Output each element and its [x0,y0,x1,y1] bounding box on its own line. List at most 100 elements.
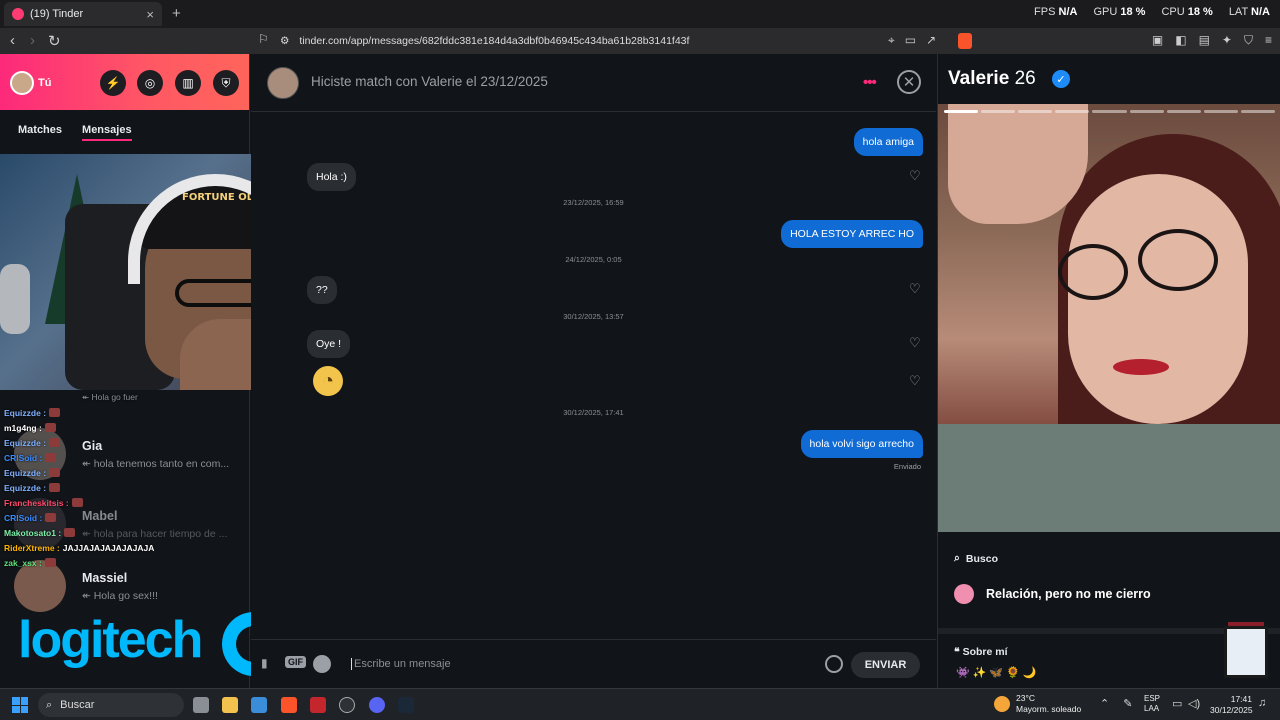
pixel-character-overlay [1224,626,1268,678]
gif-button[interactable]: GIF [285,656,306,668]
app-icon[interactable] [310,697,326,713]
briefcase-icon[interactable]: ▥ [175,70,201,96]
weather-widget[interactable]: 23°C Mayorm. soleado [994,693,1081,715]
performance-overlay: FPS N/A GPU 18 % CPU 18 % LAT N/A [1034,6,1270,18]
pen-icon[interactable]: ✎ [1123,697,1132,710]
message-bubble-in[interactable]: Oye ! [307,330,351,358]
tray-chevron-icon[interactable]: ⌃ [1100,697,1109,710]
wallet-icon[interactable]: ▤ [1199,33,1210,48]
sent-status: Enviado [893,462,921,471]
heart-icon[interactable]: ♡ [909,281,921,297]
user-name[interactable]: Tú [38,77,51,89]
chat-username: Francheskitsis : [4,497,69,508]
browser-tab[interactable]: (19) Tinder × [4,2,162,26]
reload-icon[interactable]: ↻ [48,32,61,50]
match-name: Massiel [82,570,128,585]
message-composer: ▮ GIF Escribe un mensaje ENVIAR [251,639,936,689]
volume-icon[interactable]: ◁) [1188,697,1200,710]
quote-icon: ❝ [954,646,960,658]
timestamp: 30/12/2025, 13:57 [563,312,624,321]
profile-photo[interactable] [938,104,1280,532]
chat-line: Equizzde : [0,405,250,420]
heart-icon[interactable]: ♡ [909,373,921,389]
about-label: ❝ Sobre mí [954,646,1008,658]
boost-icon[interactable]: ⚡ [100,70,126,96]
steam-icon[interactable] [398,697,414,713]
stream-chat-overlay: ↞ Hola go fuer Equizzde : m1g4ng : Equizzd… [0,390,250,568]
network-icon[interactable]: ▭ [1172,697,1182,710]
photo-shirt [938,424,1280,532]
lock-icon[interactable]: ▮ [261,656,268,670]
sidebar-toggle-icon[interactable]: ◧ [1175,33,1186,48]
heart-icon[interactable]: ♡ [909,168,921,184]
new-tab-button[interactable]: + [172,5,181,22]
photo-progress-bars [944,110,1275,113]
chat-line: zak_xsx : [0,555,250,570]
chat-line: CRISoid : [0,450,250,465]
chat-line: Equizzde : [0,435,250,450]
chat-message: JAJJAJAJAJAJAJAJA [62,542,155,553]
chat-username: CRISoid : [4,452,43,463]
timestamp: 23/12/2025, 16:59 [563,198,624,207]
message-input[interactable]: Escribe un mensaje [351,658,451,670]
site-info-icon[interactable]: ⚙ [280,35,289,47]
share-icon[interactable]: ↗ [926,33,936,48]
tab-mensajes[interactable]: Mensajes [82,124,132,141]
chat-line: ↞ Hola go fuer [82,392,138,402]
task-view-icon[interactable] [193,697,209,713]
taskbar-search[interactable]: ⌕ Buscar [38,693,184,717]
message-bubble-out[interactable]: hola amiga [853,128,923,156]
chat-emote-icon [49,483,61,492]
chat-emote-icon [64,528,76,537]
message-bubble-out[interactable]: HOLA ESTOY ARREC HO [781,220,923,248]
logitech-logo: logitech [18,611,203,669]
clock[interactable]: 17:41 30/12/2025 [1210,694,1253,717]
language-indicator[interactable]: ESP LAA [1144,694,1160,715]
url-text: tinder.com/app/messages/682fddc381e184d4… [299,35,690,47]
notification-bell-icon[interactable]: ♫ [1258,697,1266,709]
eye-roll-emoji-icon[interactable]: ◔ [313,366,343,396]
screenshot-icon[interactable]: ▣ [1152,33,1163,48]
chat-title: Hiciste match con Valerie el 23/12/2025 [311,74,548,89]
message-bubble-in[interactable]: Hola :) [307,163,356,191]
forward-icon[interactable]: › [30,32,35,49]
sidebar-header: Tú ⚡ ◎ ▥ ⛨ [0,54,249,110]
chat-line: RiderXtreme : JAJJAJAJAJAJAJAJA [0,540,250,555]
chat-line: m1g4ng : [0,420,250,435]
close-icon[interactable]: ✕ [897,70,921,94]
looking-for-value: Relación, pero no me cierro [954,584,1151,604]
brave-browser-icon[interactable] [281,697,297,713]
tab-matches[interactable]: Matches [18,124,62,136]
cast-icon[interactable]: ▭ [905,33,916,48]
message-bubble-in[interactable]: ?? [307,276,337,304]
more-options-icon[interactable]: ••• [863,74,877,91]
chat-username: zak_xsx : [4,557,42,568]
browser-tab-bar: (19) Tinder × + FPS N/A GPU 18 % CPU 18 … [0,0,1280,28]
obs-icon[interactable] [339,697,355,713]
chat-username: Equizzde : [4,482,47,493]
bookmark-icon[interactable]: ⚐ [258,32,269,46]
store-icon[interactable] [251,697,267,713]
vpn-icon[interactable]: ⛉ [1244,33,1253,48]
leo-icon[interactable]: ✦ [1222,33,1232,48]
location-icon[interactable]: ⌖ [888,33,895,48]
spotify-icon[interactable] [313,655,331,673]
file-explorer-icon[interactable] [222,697,238,713]
menu-icon[interactable]: ≡ [1265,33,1272,48]
emoji-picker-icon[interactable] [825,655,843,673]
explore-icon[interactable]: ◎ [137,70,163,96]
brave-shields-icon[interactable] [958,33,972,49]
avatar[interactable] [10,71,34,95]
message-bubble-out[interactable]: hola volvi sigo arrecho [800,430,923,458]
send-button[interactable]: ENVIAR [851,652,920,678]
tab-close-icon[interactable]: × [146,7,154,22]
heart-eyes-emoji-icon [954,584,974,604]
chat-emote-icon [45,453,57,462]
back-icon[interactable]: ‹ [10,32,15,49]
windows-start-icon[interactable] [12,697,28,713]
windows-taskbar: ⌕ Buscar 23°C Mayorm. soleado ⌃ ✎ ESP LAA … [0,688,1280,720]
heart-icon[interactable]: ♡ [909,335,921,351]
discord-icon[interactable] [369,697,385,713]
avatar[interactable] [267,67,299,99]
safety-shield-icon[interactable]: ⛨ [213,70,239,96]
